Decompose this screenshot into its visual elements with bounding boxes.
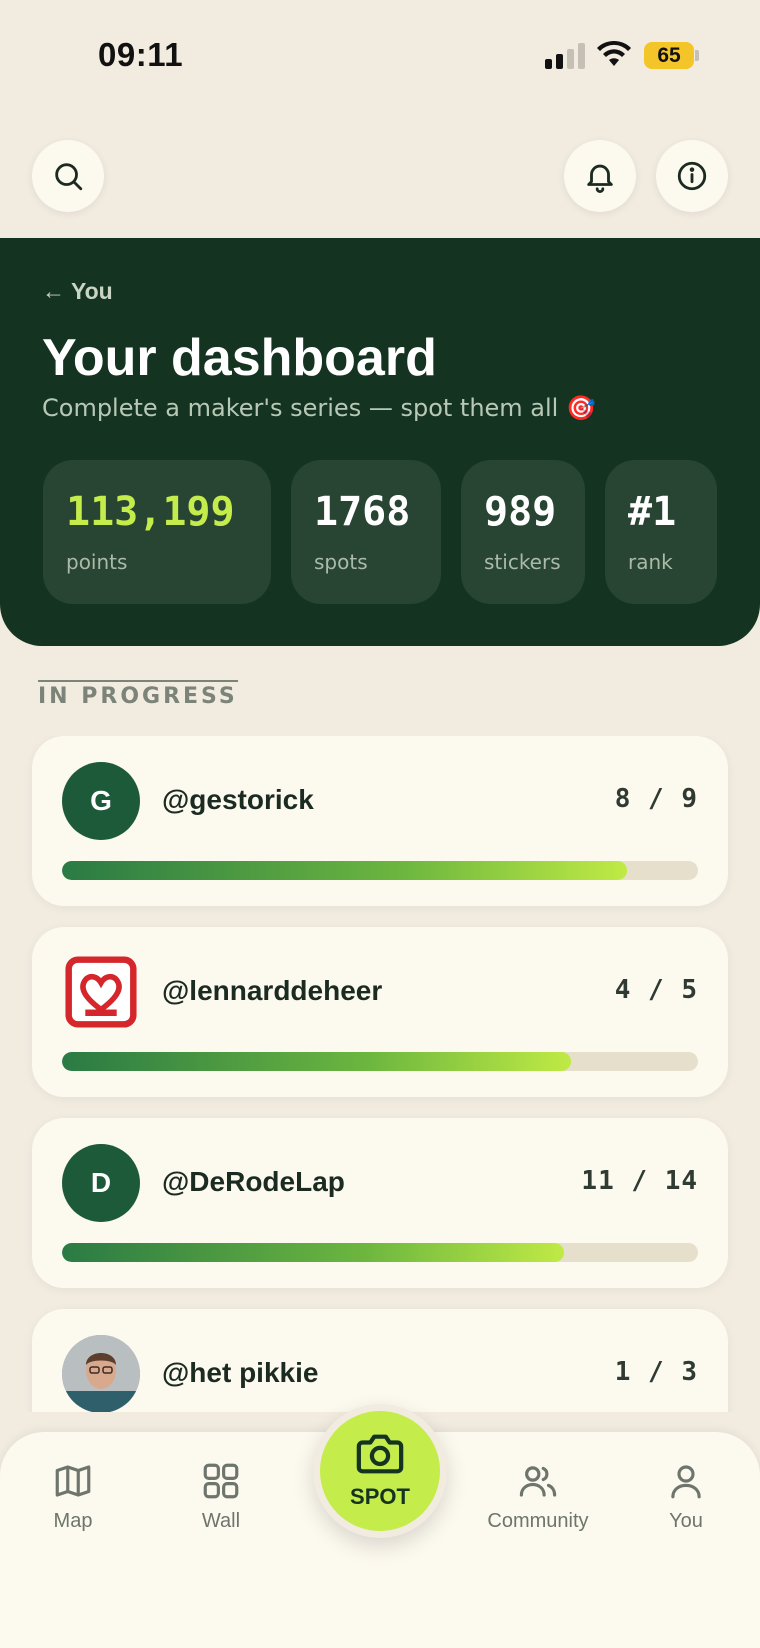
stat-points: 113,199 points — [43, 460, 271, 604]
nav-item-wall[interactable]: Wall — [156, 1460, 286, 1533]
search-button[interactable] — [32, 140, 104, 212]
community-icon — [519, 1466, 557, 1497]
nav-label: Wall — [201, 1510, 241, 1532]
wifi-icon — [597, 40, 631, 66]
nav-item-you[interactable]: You — [621, 1460, 751, 1533]
series-card[interactable]: G @gestorick 8 / 9 — [32, 736, 728, 906]
cellular-signal-icon — [545, 43, 585, 69]
nav-label: You — [669, 1510, 703, 1532]
stat-label: points — [66, 550, 128, 574]
stat-label: spots — [314, 550, 368, 574]
nav-label: Map — [53, 1510, 93, 1532]
stat-label: rank — [628, 550, 673, 574]
series-handle: @gestorick — [162, 784, 314, 815]
back-to-you-link[interactable]: ← You — [42, 278, 113, 305]
map-icon — [55, 1465, 91, 1497]
series-handle: @het pikkie — [162, 1357, 319, 1388]
series-handle: @DeRodeLap — [162, 1166, 345, 1197]
series-count: 8 / 9 — [614, 784, 698, 814]
stat-value: #1 — [628, 489, 677, 535]
section-title-in-progress: IN PROGRESS — [38, 680, 238, 709]
nav-item-map[interactable]: Map — [8, 1460, 138, 1533]
page-title: Your dashboard — [42, 329, 437, 387]
stat-value: 1768 — [314, 489, 411, 535]
stat-rank: #1 rank — [605, 460, 717, 604]
notifications-button[interactable] — [564, 140, 636, 212]
progress-bar — [62, 1243, 698, 1262]
spot-button[interactable]: SPOT — [313, 1404, 447, 1538]
status-bar: 09:11 65 — [0, 0, 760, 110]
page-subtitle: Complete a maker's series — spot them al… — [42, 394, 596, 422]
series-count: 1 / 3 — [614, 1357, 698, 1387]
red-logo-icon — [65, 956, 137, 1028]
user-photo-icon — [62, 1335, 140, 1412]
progress-fill — [62, 1243, 565, 1262]
info-button[interactable] — [656, 140, 728, 212]
series-handle: @lennarddeheer — [162, 975, 383, 1006]
status-time: 09:11 — [98, 36, 184, 73]
grid-icon — [203, 1463, 239, 1499]
avatar: G — [62, 762, 140, 840]
spot-label: SPOT — [350, 1484, 410, 1509]
series-card[interactable]: @lennarddeheer 4 / 5 — [32, 927, 728, 1097]
avatar: D — [62, 1144, 140, 1222]
battery-tip — [695, 50, 699, 61]
info-icon — [677, 161, 707, 191]
stat-value: 989 — [484, 489, 557, 535]
series-count: 11 / 14 — [581, 1166, 698, 1196]
stat-spots: 1768 spots — [291, 460, 441, 604]
search-icon — [55, 163, 83, 191]
avatar — [62, 1335, 140, 1412]
stat-stickers: 989 stickers — [461, 460, 585, 604]
nav-label: Community — [487, 1510, 589, 1532]
series-count: 4 / 5 — [614, 975, 698, 1005]
stat-value: 113,199 — [66, 489, 235, 535]
stat-label: stickers — [484, 550, 561, 574]
camera-icon — [356, 1434, 404, 1474]
battery-indicator: 65 — [644, 42, 694, 69]
avatar — [62, 953, 140, 1031]
nav-item-community[interactable]: Community — [473, 1460, 603, 1533]
series-card[interactable]: @het pikkie 1 / 3 — [32, 1309, 728, 1412]
progress-bar — [62, 1052, 698, 1071]
series-card[interactable]: D @DeRodeLap 11 / 14 — [32, 1118, 728, 1288]
progress-fill — [62, 861, 628, 880]
progress-bar — [62, 861, 698, 880]
bell-icon — [587, 164, 613, 193]
series-list: G @gestorick 8 / 9 @lennarddeheer 4 / 5 … — [0, 736, 760, 1412]
user-icon — [671, 1465, 701, 1499]
progress-fill — [62, 1052, 571, 1071]
